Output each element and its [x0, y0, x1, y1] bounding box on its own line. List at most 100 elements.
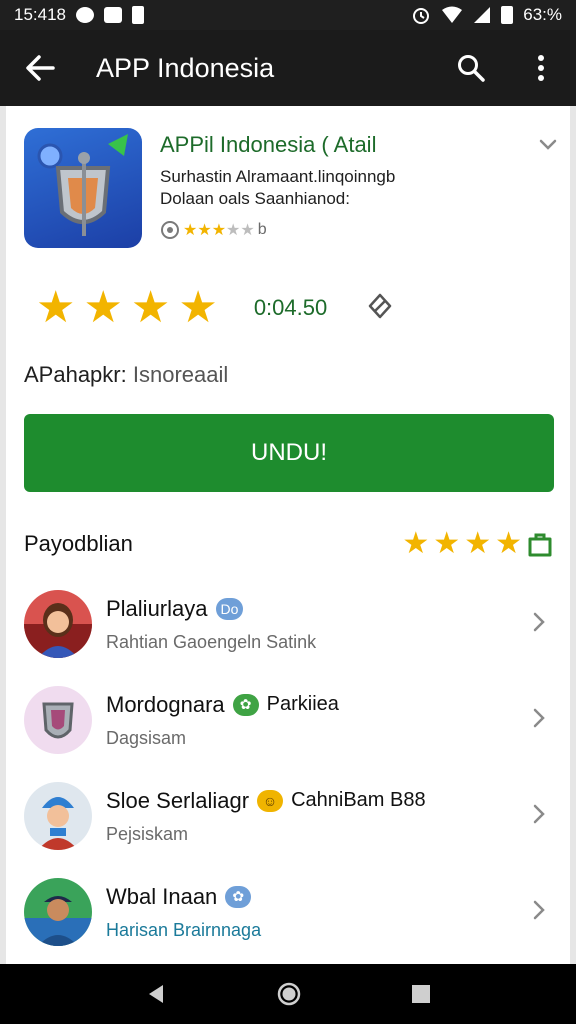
list-item-text: Wbal Inaan ✿ Harisan Brairnnaga: [106, 884, 524, 941]
avatar: [24, 782, 92, 850]
rating-value: 0:04.50: [253, 295, 328, 320]
list-item[interactable]: Mordognara ✿ Parkiiea Dagsisam: [24, 672, 554, 768]
list-item-badge: Do: [215, 597, 244, 620]
install-button-label: UNDU!: [251, 439, 327, 466]
info-line: APahapkr: Isnoreaail: [24, 362, 228, 388]
list-item-title-row: Sloe Serlaliagr ☺ CahniBam B88: [106, 788, 524, 814]
location-icon: [76, 7, 94, 23]
expand-button[interactable]: [538, 136, 558, 157]
section-stars: ★ ★ ★ ★: [402, 529, 554, 559]
app-icon[interactable]: [24, 128, 142, 248]
more-vert-icon: [538, 55, 544, 81]
rating-stars[interactable]: ★ ★ ★ ★: [36, 286, 226, 330]
search-button[interactable]: [436, 30, 506, 106]
battery-icon: [501, 6, 514, 24]
list-item-subtitle: Dagsisam: [106, 727, 187, 748]
list-item-title: Plaliurlaya: [106, 595, 208, 621]
avatar-man-hat-image: [24, 782, 92, 850]
verified-icon: [161, 221, 179, 239]
list-item-badge: ✿: [225, 885, 252, 908]
mini-rating-suffix: b: [257, 221, 267, 238]
list-item-badge: ✿: [232, 693, 259, 716]
chevron-right-icon[interactable]: [524, 705, 554, 736]
more-options-button[interactable]: [506, 30, 576, 106]
section-title: Payodblian: [24, 531, 133, 556]
recents-square-icon[interactable]: [411, 984, 431, 1004]
rating-row: ★ ★ ★ ★ 0:04.50: [36, 284, 536, 332]
mini-star: ★: [197, 222, 212, 239]
section-star: ★: [464, 527, 492, 560]
info-label: APahapkr:: [24, 362, 127, 387]
back-button[interactable]: [0, 30, 80, 106]
list-item-title-row: Wbal Inaan ✿: [106, 884, 524, 910]
sd-card-icon: [132, 6, 144, 24]
signal-icon: [474, 7, 491, 23]
share-icon: [368, 293, 392, 318]
avatar: [24, 686, 92, 754]
list-item-text: Sloe Serlaliagr ☺ CahniBam B88 Pejsiskam: [106, 788, 524, 845]
list-item-tail: Parkiiea: [266, 693, 339, 715]
rating-star[interactable]: ★: [178, 286, 217, 330]
alarm-icon: [413, 8, 430, 24]
back-triangle-icon[interactable]: [145, 983, 167, 1005]
avatar: [24, 590, 92, 658]
list-item-title: Mordognara: [106, 691, 225, 717]
avatar: [24, 878, 92, 946]
list-item-tail: CahniBam B88: [291, 789, 426, 811]
section-star-row: ★ ★ ★ ★: [402, 529, 522, 559]
info-value: Isnoreaail: [132, 362, 229, 387]
section-star: ★: [495, 527, 522, 560]
app-bar: APP Indonesia: [0, 30, 576, 106]
list-item-text: Plaliurlaya Do Rahtian Gaoengeln Satink: [106, 596, 524, 653]
list-item-title-row: Plaliurlaya Do: [106, 596, 524, 622]
avatar-man-cap-image: [24, 878, 92, 946]
chevron-right-icon[interactable]: [524, 609, 554, 640]
list-item-title-row: Mordognara ✿ Parkiiea: [106, 692, 524, 718]
mini-stars: ★★★★★: [183, 220, 255, 240]
list-item-title: Wbal Inaan: [106, 883, 218, 909]
mini-star: ★: [183, 222, 198, 239]
list-item-badge: ☺: [257, 789, 284, 812]
avatar-woman-image: [24, 590, 92, 658]
app-name: APPil Indonesia ( Atail: [160, 132, 377, 157]
search-icon: [458, 55, 485, 82]
status-bar: 15:418 63:%: [0, 0, 576, 30]
list-item-subtitle: Rahtian Gaoengeln Satink: [106, 631, 317, 652]
list-item[interactable]: Wbal Inaan ✿ Harisan Brairnnaga: [24, 864, 554, 960]
status-right: 63:%: [411, 5, 562, 25]
section-star: ★: [433, 527, 461, 560]
app-bar-title: APP Indonesia: [96, 52, 275, 83]
rating-star[interactable]: ★: [131, 286, 170, 330]
status-time: 15:418: [14, 5, 66, 24]
app-desc-line-1: Surhastin Alramaant.linqoinngb: [160, 167, 396, 186]
home-circle-icon[interactable]: [276, 981, 302, 1007]
reviews-section-header: Payodblian ★ ★ ★ ★: [24, 524, 554, 564]
app-description: Surhastin Alramaant.linqoinngb Dolaan oa…: [160, 166, 520, 210]
rating-star[interactable]: ★: [36, 286, 75, 330]
message-icon: [104, 7, 122, 23]
chevron-right-icon[interactable]: [524, 897, 554, 928]
main-content: APPil Indonesia ( Atail Surhastin Alrama…: [0, 106, 576, 964]
bag-icon[interactable]: [526, 530, 554, 558]
status-left: 15:418: [14, 5, 144, 25]
rating-star[interactable]: ★: [83, 286, 122, 330]
app-header-card: APPil Indonesia ( Atail Surhastin Alrama…: [24, 128, 558, 258]
battery-level: 63:%: [523, 5, 562, 24]
mini-star: ★: [240, 222, 255, 239]
mini-star: ★: [211, 222, 227, 239]
shield-sword-icon: [37, 134, 128, 236]
chevron-down-icon: [539, 139, 557, 150]
back-arrow-icon: [26, 55, 55, 81]
app-desc-line-2: Dolaan oals Saanhianod:: [160, 189, 350, 208]
list-item-title: Sloe Serlaliagr: [106, 787, 250, 813]
install-button[interactable]: UNDU!: [24, 414, 554, 492]
list-item-subtitle: Pejsiskam: [106, 823, 189, 844]
list-item-text: Mordognara ✿ Parkiiea Dagsisam: [106, 692, 524, 749]
review-list: Plaliurlaya Do Rahtian Gaoengeln Satink Mor…: [24, 576, 554, 960]
list-item-subtitle: Harisan Brairnnaga: [106, 919, 262, 940]
wifi-icon: [442, 6, 463, 23]
chevron-right-icon[interactable]: [524, 801, 554, 832]
list-item[interactable]: Plaliurlaya Do Rahtian Gaoengeln Satink: [24, 576, 554, 672]
list-item[interactable]: Sloe Serlaliagr ☺ CahniBam B88 Pejsiskam: [24, 768, 554, 864]
share-button[interactable]: [365, 291, 395, 326]
